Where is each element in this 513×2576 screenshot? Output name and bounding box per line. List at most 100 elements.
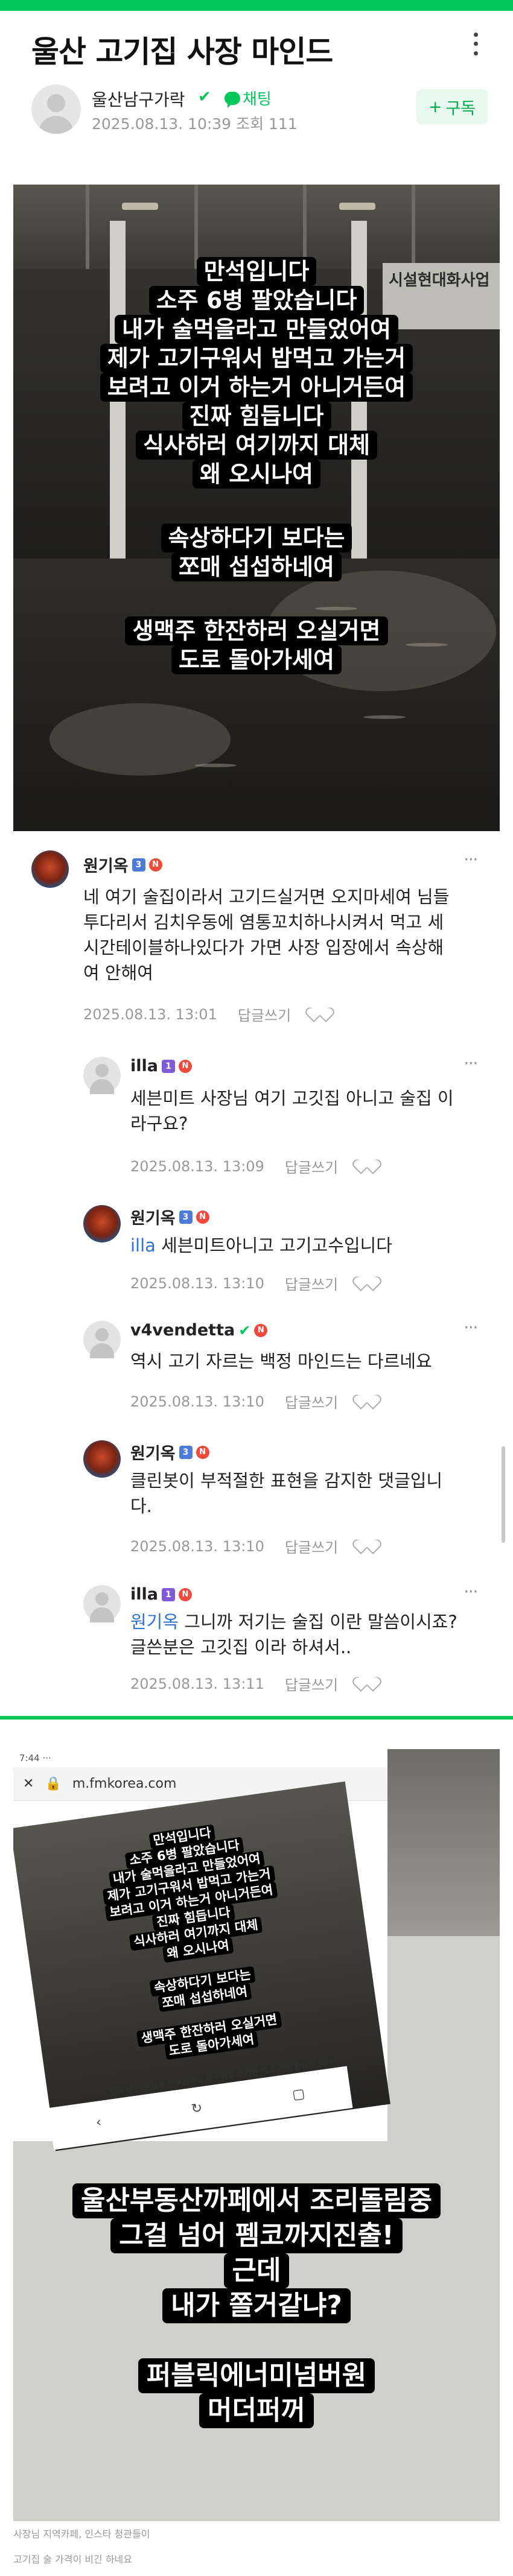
- back-icon: ‹: [95, 2114, 103, 2130]
- comment-meta: 2025.08.13. 13:10 답글쓰기: [130, 1391, 374, 1412]
- tabs-icon: ▢: [291, 2086, 306, 2103]
- comment-text: 세븐미트 사장님 여기 고깃집 아니고 술집 이 라구요?: [130, 1088, 454, 1134]
- subscribe-label: 구독: [445, 99, 476, 118]
- overlay-text-block: 울산부동산까페에서 조리돌림중 그걸 넘어 펨코까지진출! 근데 내가 쫄거같냐…: [13, 2183, 500, 2428]
- heart-icon[interactable]: [311, 1008, 327, 1021]
- comment-date: 2025.08.13. 13:10: [130, 1274, 264, 1292]
- commenter-avatar[interactable]: [83, 1585, 121, 1622]
- lock-icon: 🔒: [45, 1776, 62, 1791]
- commenter-avatar[interactable]: [83, 1205, 121, 1242]
- comment-text: 클린봇이 부적절한 표현을 감지한 댓글입니 다.: [130, 1470, 443, 1516]
- story-line: 왜 오시나여: [192, 460, 321, 489]
- chat-bubble-icon: [225, 91, 240, 108]
- more-options-icon[interactable]: [468, 30, 483, 58]
- heart-icon[interactable]: [358, 1540, 374, 1553]
- heart-icon[interactable]: [358, 1677, 374, 1691]
- comment-meta: 2025.08.13. 13:10 답글쓰기: [130, 1536, 374, 1557]
- heart-icon[interactable]: [358, 1160, 374, 1173]
- comment-more-icon[interactable]: ···: [464, 1317, 479, 1338]
- section-divider: [0, 1716, 513, 1720]
- new-badge: N: [178, 1059, 192, 1073]
- story-line: 보려고 이거 하는거 아니거든여: [100, 373, 413, 402]
- reply-button[interactable]: 답글쓰기: [238, 1004, 291, 1025]
- heart-icon[interactable]: [358, 1277, 374, 1290]
- views-label: 조회: [236, 115, 264, 133]
- new-badge: N: [178, 1587, 192, 1601]
- reply-button[interactable]: 답글쓰기: [285, 1673, 338, 1694]
- commenter-name[interactable]: 원기옥: [130, 1205, 176, 1229]
- commenter-avatar[interactable]: [83, 1440, 121, 1478]
- overlay-line: 퍼블릭에너미넘버원: [138, 2358, 375, 2393]
- commenter-name[interactable]: 원기옥: [83, 853, 129, 876]
- verified-check-icon: ✔: [238, 1321, 251, 1339]
- post-meta: 2025.08.13. 10:39 조회 111: [92, 112, 298, 134]
- author-avatar[interactable]: [31, 84, 81, 134]
- image-footer-text: 고기집 술 가격이 비긴 하네요: [13, 2554, 132, 2565]
- reply-button[interactable]: 답글쓰기: [285, 1156, 338, 1177]
- story-line: 쪼매 섭섭하네여: [171, 552, 342, 581]
- chat-button[interactable]: 채팅: [225, 87, 272, 109]
- new-badge: N: [254, 1323, 268, 1337]
- comment-text: illa 세븐미트아니고 고기고수입니다: [130, 1235, 392, 1256]
- level-badge: 3: [132, 858, 145, 872]
- views-count: 111: [269, 115, 298, 133]
- comment-text: 네 여기 술집이라서 고기드실거면 오지마세여 님들 투다리서 김치우동에 염통…: [83, 887, 450, 983]
- comment-meta: 2025.08.13. 13:10 답글쓰기: [130, 1273, 374, 1294]
- comment-more-icon[interactable]: ···: [464, 849, 479, 870]
- subscribe-button[interactable]: + 구독: [416, 89, 488, 124]
- overlay-line: 울산부동산까페에서 조리돌림중: [72, 2183, 441, 2218]
- story-line: 진짜 힘듭니다: [182, 402, 331, 431]
- new-badge: N: [148, 858, 162, 872]
- comment-meta: 2025.08.13. 13:11 답글쓰기: [130, 1673, 374, 1694]
- comment-date: 2025.08.13. 13:10: [130, 1393, 264, 1410]
- level-badge: 1: [161, 1587, 175, 1601]
- inner-story-text: 만석입니다 소주 6병 팔았습니다 내가 술먹을라고 만들었어여 제가 고기구워…: [14, 1805, 380, 2077]
- commenter-avatar[interactable]: [31, 850, 69, 888]
- new-badge: N: [196, 1445, 209, 1459]
- story-line: 식사하러 여기까지 대체: [135, 431, 378, 460]
- story-line: 도로 돌아가세여: [171, 645, 342, 674]
- reply-button[interactable]: 답글쓰기: [285, 1391, 338, 1412]
- comment-more-icon[interactable]: ···: [464, 1581, 479, 1603]
- chat-label: 채팅: [243, 90, 272, 109]
- overlay-line: 머더퍼꺼: [199, 2393, 314, 2428]
- mention-link[interactable]: 원기옥: [130, 1612, 179, 1632]
- commenter-name[interactable]: illa: [130, 1057, 158, 1075]
- commenter-avatar[interactable]: [83, 1057, 121, 1094]
- reload-icon: ↻: [190, 2100, 203, 2117]
- story-line: 만석입니다: [196, 257, 317, 286]
- commenter-name[interactable]: 원기옥: [130, 1440, 176, 1464]
- commenter-name[interactable]: v4vendetta: [130, 1321, 235, 1340]
- comment-text: 역시 고기 자르는 백정 마인드는 다르네요: [130, 1351, 432, 1372]
- scrollbar[interactable]: [502, 1446, 505, 1543]
- comment-text: 원기옥 그니까 저기는 술집 이란 말씀이시죠? 글쓴분은 고깃집 이라 하셔서…: [130, 1612, 457, 1657]
- comment-date: 2025.08.13. 13:11: [130, 1675, 264, 1692]
- mention-link[interactable]: illa: [130, 1235, 156, 1256]
- comment-meta: 2025.08.13. 13:09 답글쓰기: [130, 1156, 374, 1177]
- post-title: 울산 고기집 사장 마인드: [31, 34, 333, 69]
- reply-button[interactable]: 답글쓰기: [285, 1536, 338, 1557]
- story-line: 내가 술먹을라고 만들었어여: [115, 315, 398, 344]
- top-accent-bar: [0, 0, 513, 11]
- author-name[interactable]: 울산남구가락: [92, 87, 185, 111]
- level-badge: 3: [179, 1210, 193, 1224]
- commenter-avatar[interactable]: [83, 1321, 121, 1358]
- overlay-line: 그걸 넘어 펨코까지진출!: [110, 2218, 403, 2253]
- commenter-name[interactable]: illa: [130, 1585, 158, 1604]
- story-line: 소주 6병 팔았습니다: [148, 286, 365, 315]
- plus-icon: +: [428, 97, 442, 116]
- overlay-line: 내가 쫄거같냐?: [162, 2288, 351, 2323]
- heart-icon[interactable]: [358, 1395, 374, 1408]
- story-line: 제가 고기구워서 밥먹고 가는거: [100, 344, 413, 373]
- reply-button[interactable]: 답글쓰기: [285, 1273, 338, 1294]
- overlay-line: 근데: [223, 2253, 290, 2288]
- comment-meta: 2025.08.13. 13:01 답글쓰기: [83, 1004, 327, 1025]
- story-text-block: 만석입니다 소주 6병 팔았습니다 내가 술먹을라고 만들었어여 제가 고기구워…: [13, 257, 500, 674]
- comment-more-icon[interactable]: ···: [464, 1053, 479, 1074]
- phone-screenshot: 7:44 ··· ✕ 🔒 m.fmkorea.com 만석입니다 소주 6병 팔…: [13, 1749, 390, 2151]
- comment-date: 2025.08.13. 13:09: [130, 1157, 264, 1175]
- post-image-2: 7:44 ··· ✕ 🔒 m.fmkorea.com 만석입니다 소주 6병 팔…: [13, 1749, 500, 2521]
- comment-date: 2025.08.13. 13:01: [83, 1005, 217, 1023]
- level-badge: 1: [161, 1059, 175, 1073]
- story-line: 생맥주 한잔하러 오실거면: [125, 616, 388, 645]
